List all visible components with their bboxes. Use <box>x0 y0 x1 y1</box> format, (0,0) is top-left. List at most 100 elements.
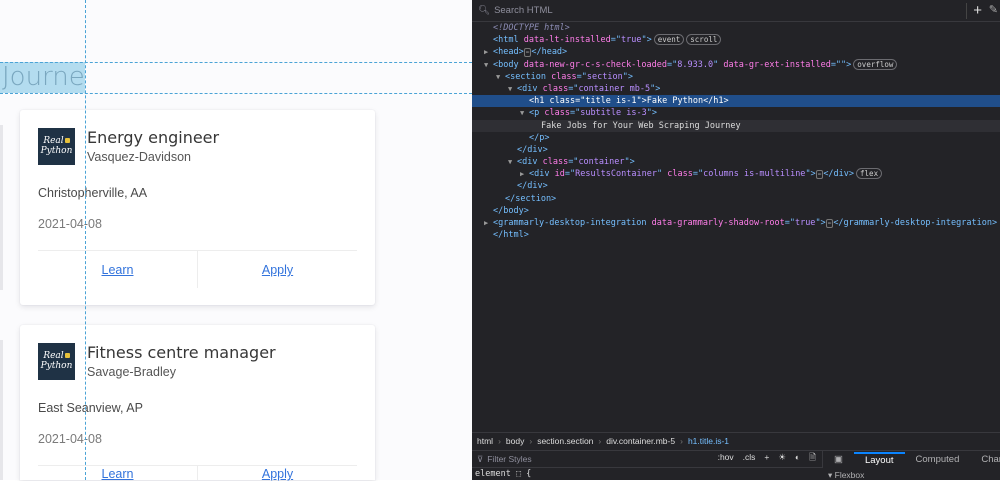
event-badge[interactable]: event <box>653 34 685 46</box>
markup-node[interactable]: ▶ <grammarly-desktop-integration data-gra… <box>472 217 1000 229</box>
markup-node[interactable]: ▶ <div id="ResultsContainer" class="colum… <box>472 168 1000 180</box>
job-title: Energy engineer <box>87 128 220 147</box>
markup-token: class <box>667 169 693 180</box>
markup-token: =""> <box>830 59 852 70</box>
breadcrumb-item[interactable]: html <box>477 436 493 446</box>
learn-link[interactable]: Learn <box>38 466 197 481</box>
hov-toggle[interactable]: :hov <box>718 452 734 466</box>
tab-computed[interactable]: Computed <box>905 454 971 465</box>
markup-token: "> <box>815 218 826 228</box>
markup-token: =" <box>568 83 579 94</box>
markup-node[interactable]: ▼ <div class="container"> <box>472 156 1000 168</box>
cls-toggle[interactable]: .cls <box>743 452 756 466</box>
markup-token: =" <box>575 96 586 107</box>
job-title: Fitness centre manager <box>87 343 276 362</box>
markup-node[interactable]: Fake Jobs for Your Web Scraping Journey <box>472 119 1000 132</box>
markup-node[interactable]: <h1 class="title is-1">Fake Python</h1> <box>472 95 1000 108</box>
markup-token: </div> <box>517 144 548 155</box>
learn-link[interactable]: Learn <box>38 251 197 288</box>
breadcrumb-separator-icon: › <box>680 436 683 446</box>
markup-node[interactable]: </p> <box>472 132 1000 144</box>
search-html-bar[interactable]: 🔍︎ Search HTML + ✎ <box>472 0 1000 22</box>
eyedropper-icon[interactable]: ✎ <box>989 4 998 17</box>
markup-token: <div <box>517 157 543 168</box>
collapsed-twisty-icon[interactable]: ▶ <box>520 168 529 180</box>
flex-badge[interactable]: flex <box>856 168 883 180</box>
toggle-sidebar-icon[interactable]: ▣ <box>823 454 854 465</box>
markup-token: "> <box>646 108 657 119</box>
markup-token: </h1> <box>703 96 729 107</box>
company-logo: Real Python <box>38 128 75 165</box>
overflow-badge[interactable]: overflow <box>853 58 898 70</box>
markup-token: data-grammarly-shadow-root <box>651 218 785 228</box>
markup-node[interactable]: ▼ <div class="container mb-5"> <box>472 83 1000 95</box>
markup-token: =" <box>784 218 795 228</box>
markup-token: true <box>620 35 642 46</box>
breadcrumb-item[interactable]: div.container.mb-5 <box>606 436 675 446</box>
add-rule-button[interactable]: + <box>764 452 769 466</box>
apply-link[interactable]: Apply <box>197 466 357 481</box>
markup-node[interactable]: ▼ <section class="section"> <box>472 71 1000 83</box>
breadcrumb-item[interactable]: h1.title.is-1 <box>688 436 729 446</box>
expanded-twisty-icon[interactable]: ▼ <box>484 59 493 71</box>
markup-node[interactable]: </html> <box>472 229 1000 241</box>
tab-changes[interactable]: Changes <box>970 454 1000 465</box>
markup-node[interactable]: <!DOCTYPE html> <box>472 22 1000 34</box>
job-card: Real Python Fitness centre manager Savage-B… <box>20 325 375 481</box>
filter-styles-input[interactable]: Filter Styles <box>487 454 531 464</box>
markup-token: <grammarly-desktop-integration <box>493 218 652 228</box>
markup-token: id <box>554 169 565 180</box>
sidebar-tabs: ▣ LayoutComputedChanges <box>822 450 1000 468</box>
expanded-twisty-icon[interactable]: ▼ <box>496 71 505 83</box>
tab-layout[interactable]: Layout <box>853 451 905 468</box>
markup-token: "> <box>624 157 635 168</box>
job-card: Real Python Energy engineer Vasquez-Davidso… <box>20 110 375 305</box>
markup-token: class <box>551 71 577 82</box>
markup-node[interactable]: </div> <box>472 144 1000 156</box>
markup-token: columns is-multiline <box>703 169 806 180</box>
company-logo: Real Python <box>38 343 75 380</box>
card-edge <box>0 125 3 290</box>
expanded-twisty-icon[interactable]: ▼ <box>520 107 529 119</box>
print-media-icon[interactable]: 🗎 <box>809 452 816 466</box>
markup-token: <section <box>505 71 552 82</box>
light-scheme-icon[interactable]: ☀ <box>778 452 786 466</box>
markup-node[interactable]: </div> <box>472 180 1000 192</box>
markup-node[interactable]: ▼ <p class="subtitle is-3"> <box>472 107 1000 119</box>
markup-token: data-new-gr-c-s-check-loaded <box>523 59 668 70</box>
markup-token: class <box>542 157 569 168</box>
markup-token: <div <box>517 83 543 94</box>
markup-token: ResultsContainer <box>575 169 657 180</box>
subtitle-highlighted: Journey <box>0 62 85 93</box>
page-viewport: Journey RealPython Energy engineer Vasquez… <box>0 0 472 481</box>
add-node-button[interactable]: + <box>966 3 982 19</box>
markup-token: class <box>544 108 570 119</box>
markup-node[interactable]: <html data-lt-installed="true"> event scro… <box>472 34 1000 46</box>
guide-line-top <box>0 62 472 63</box>
expanded-twisty-icon[interactable]: ▼ <box>508 83 517 95</box>
markup-token: class <box>542 83 569 94</box>
filter-icon: ⊽ <box>477 453 484 464</box>
markup-token: </section> <box>505 193 557 204</box>
collapsed-twisty-icon[interactable]: ▶ <box>484 46 493 58</box>
markup-node[interactable]: </section> <box>472 193 1000 205</box>
markup-token: data-gr-ext-installed <box>723 59 831 70</box>
collapsed-twisty-icon[interactable]: ▶ <box>484 217 493 229</box>
expanded-twisty-icon[interactable]: ▼ <box>508 156 517 168</box>
markup-node[interactable]: </body> <box>472 205 1000 217</box>
markup-token: "> <box>650 83 661 94</box>
markup-node[interactable]: ▶ <head> ⋯ </head> <box>472 46 1000 58</box>
markup-token: class <box>549 96 576 107</box>
breadcrumb: html › body › section.section › div.container.… <box>472 432 1000 449</box>
scroll-badge[interactable]: scroll <box>686 34 722 46</box>
breadcrumb-item[interactable]: section.section <box>537 436 593 446</box>
markup-node[interactable]: ▼ <body data-new-gr-c-s-check-loaded="8.9… <box>472 58 1000 71</box>
search-html-input[interactable]: Search HTML <box>494 5 553 16</box>
dark-scheme-icon[interactable]: ◐ <box>795 452 800 466</box>
markup-token: <body <box>493 59 524 70</box>
apply-link[interactable]: Apply <box>197 251 357 288</box>
markup-token: </body> <box>493 205 529 216</box>
flexbox-section[interactable]: ▾ Flexbox <box>828 470 864 480</box>
markup-token: =" <box>667 59 678 70</box>
breadcrumb-item[interactable]: body <box>506 436 524 446</box>
